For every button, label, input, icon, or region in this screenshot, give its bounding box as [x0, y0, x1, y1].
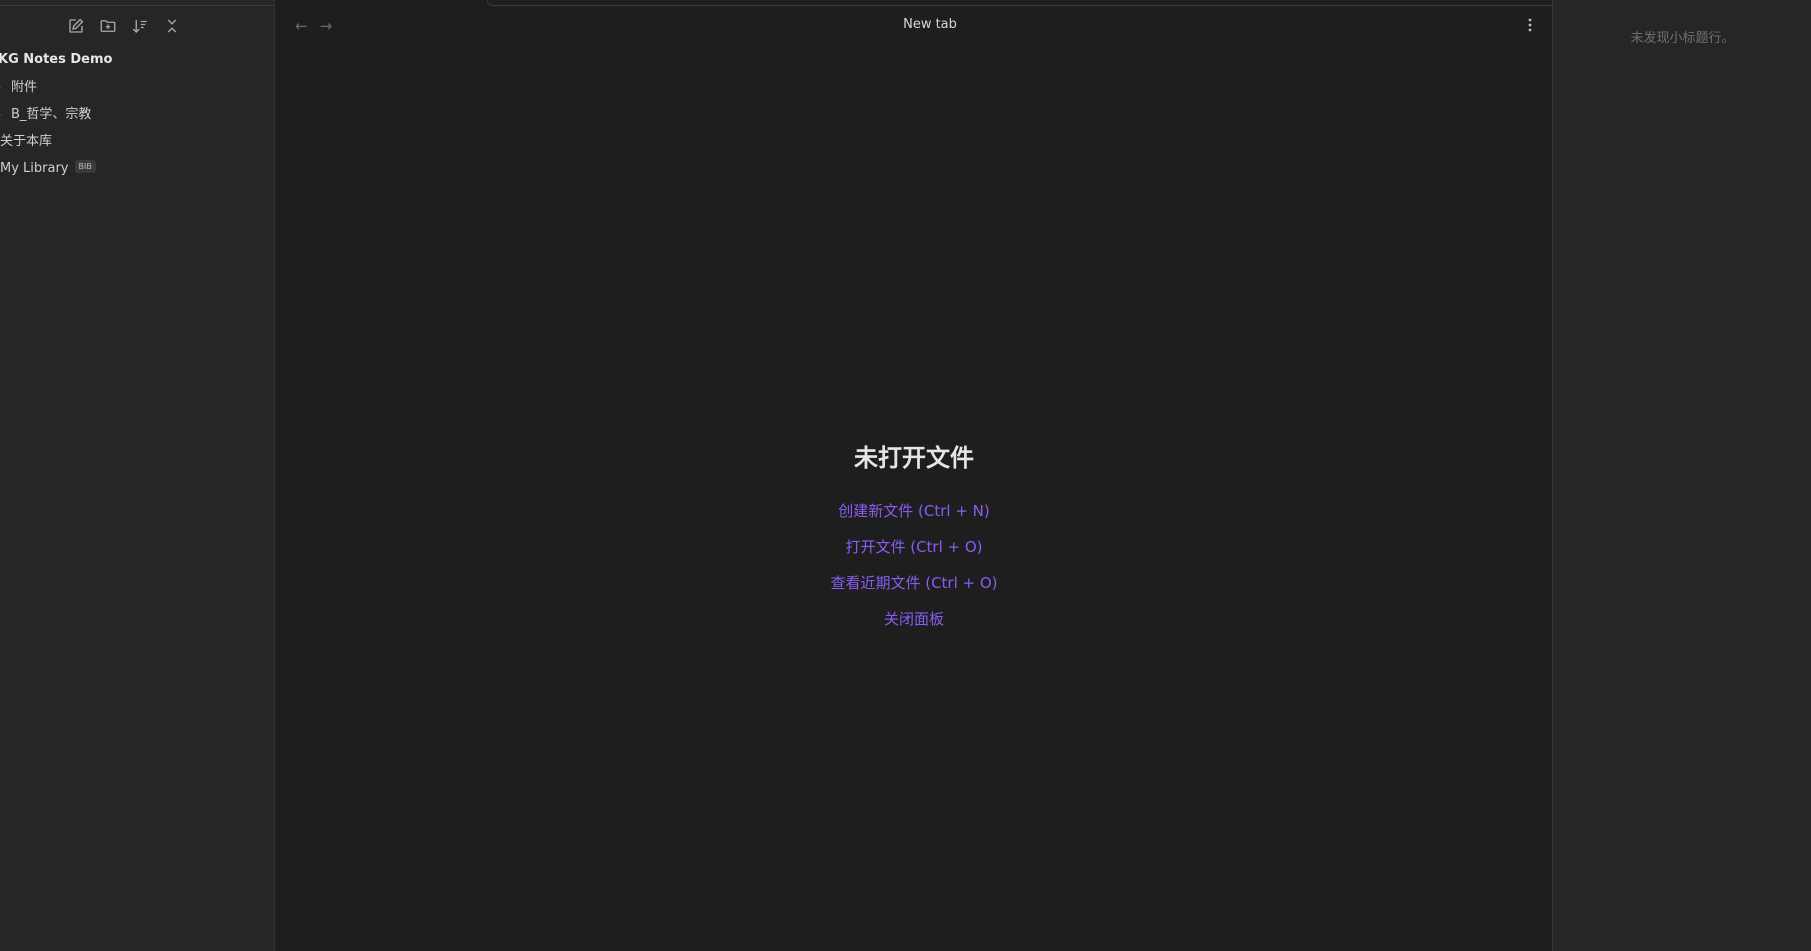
close-pane-link[interactable]: 关闭面板 — [275, 601, 1553, 637]
recent-files-link[interactable]: 查看近期文件 (Ctrl + O) — [275, 565, 1553, 601]
file-extension-badge: BIB — [74, 160, 96, 173]
new-note-button[interactable] — [66, 16, 86, 36]
file-explorer-actions — [66, 16, 182, 36]
sort-button[interactable] — [130, 16, 150, 36]
outline-sidebar: 未发现小标题行。 — [1552, 0, 1811, 951]
tree-item-label: 关于本库 — [0, 134, 53, 149]
tree-item-label: My Library BIB — [0, 158, 96, 180]
tree-item-label: B_哲学、宗教 — [11, 107, 92, 122]
file-tree: › 附件 › B_哲学、宗教 关于本库 My Library BIB — [0, 77, 275, 185]
chevron-right-icon[interactable]: › — [0, 77, 7, 99]
file-name: My Library — [0, 161, 69, 176]
open-file-link[interactable]: 打开文件 (Ctrl + O) — [275, 529, 1553, 565]
more-options-button[interactable] — [1522, 16, 1538, 34]
tree-file-about[interactable]: 关于本库 — [0, 131, 275, 158]
collapse-all-button[interactable] — [162, 16, 182, 36]
vault-name[interactable]: KG Notes Demo — [0, 52, 112, 67]
edit-icon — [69, 18, 84, 33]
sidebar-tab-strip — [0, 0, 285, 6]
tree-item-label: 附件 — [11, 80, 38, 95]
main-editor-pane: ← → New tab 未打开文件 创建新文件 (Ctrl + N) 打开文件 … — [275, 0, 1811, 951]
sort-icon — [132, 20, 147, 33]
empty-state: 未打开文件 创建新文件 (Ctrl + N) 打开文件 (Ctrl + O) 查… — [275, 438, 1553, 637]
outline-empty-message: 未发现小标题行。 — [1630, 31, 1735, 46]
tab-title: New tab — [903, 17, 957, 32]
file-explorer-sidebar: KG Notes Demo › 附件 › B_哲学、宗教 关于本库 My Lib… — [0, 0, 285, 951]
collapse-icon — [167, 19, 177, 33]
tree-file-my-library[interactable]: My Library BIB — [0, 158, 275, 185]
empty-state-title: 未打开文件 — [854, 444, 974, 472]
tree-folder-philosophy[interactable]: › B_哲学、宗教 — [0, 104, 275, 131]
tree-folder-attachments[interactable]: › 附件 — [0, 77, 275, 104]
folder-plus-icon — [100, 20, 116, 32]
more-vertical-icon — [1528, 18, 1532, 32]
new-folder-button[interactable] — [98, 16, 118, 36]
chevron-right-icon[interactable]: › — [0, 104, 7, 126]
create-new-file-link[interactable]: 创建新文件 (Ctrl + N) — [275, 493, 1553, 529]
